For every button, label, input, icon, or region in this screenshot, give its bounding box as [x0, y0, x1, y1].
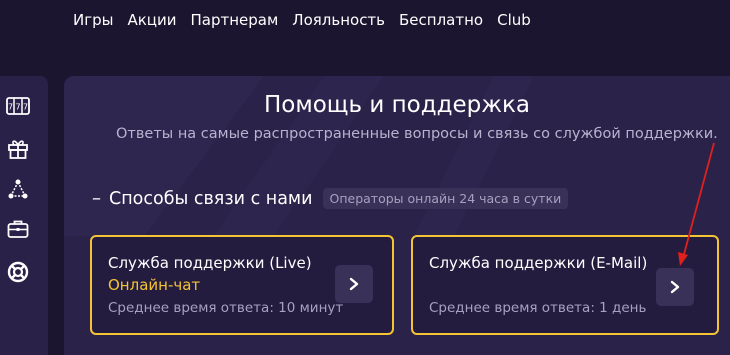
nav-item-partners[interactable]: Партнерам	[191, 11, 279, 29]
svg-text:7: 7	[23, 103, 28, 112]
live-support-open-button[interactable]	[335, 265, 373, 303]
chevron-right-icon	[670, 280, 680, 294]
nav-item-free[interactable]: Бесплатно	[399, 11, 483, 29]
page: Игры Акции Партнерам Лояльность Бесплатн…	[0, 0, 730, 355]
page-subtitle: Ответы на самые распространенные вопросы…	[116, 126, 718, 142]
nav-item-loyalty[interactable]: Лояльность	[292, 11, 385, 29]
lifebuoy-icon[interactable]	[6, 260, 30, 284]
support-panel: Помощь и поддержка Ответы на самые распр…	[64, 76, 730, 355]
live-support-title: Служба поддержки (Live)	[108, 254, 312, 272]
section-collapse-toggle[interactable]: –	[92, 188, 101, 209]
operators-online-badge: Операторы онлайн 24 часа в сутки	[322, 188, 569, 209]
nav-item-club[interactable]: Club	[497, 11, 531, 29]
chevron-right-icon	[349, 277, 359, 291]
email-response-time: Среднее время ответа: 1 день	[429, 300, 647, 316]
network-icon[interactable]	[6, 177, 30, 201]
email-support-title: Служба поддержки (E-Mail)	[429, 254, 648, 272]
slot-machine-icon[interactable]: 7 7 7	[6, 94, 30, 118]
gift-icon[interactable]	[6, 136, 30, 160]
email-support-open-button[interactable]	[656, 268, 694, 306]
nav-item-promotions[interactable]: Акции	[127, 11, 176, 29]
briefcase-icon[interactable]	[6, 217, 30, 241]
live-chat-status: Онлайн-чат	[108, 276, 201, 294]
contact-section-header: – Способы связи с нами Операторы онлайн …	[92, 188, 569, 209]
top-nav: Игры Акции Партнерам Лояльность Бесплатн…	[0, 0, 730, 40]
live-support-card[interactable]: Служба поддержки (Live) Онлайн-чат Средн…	[90, 235, 394, 335]
page-title: Помощь и поддержка	[264, 92, 530, 118]
sidebar: 7 7 7	[0, 76, 48, 355]
svg-text:7: 7	[8, 103, 13, 112]
email-support-card[interactable]: Служба поддержки (E-Mail) Среднее время …	[411, 235, 719, 335]
section-title: Способы связи с нами	[109, 188, 313, 209]
live-response-time: Среднее время ответа: 10 минут	[108, 300, 344, 316]
nav-item-games[interactable]: Игры	[73, 11, 113, 29]
svg-text:7: 7	[15, 103, 20, 112]
